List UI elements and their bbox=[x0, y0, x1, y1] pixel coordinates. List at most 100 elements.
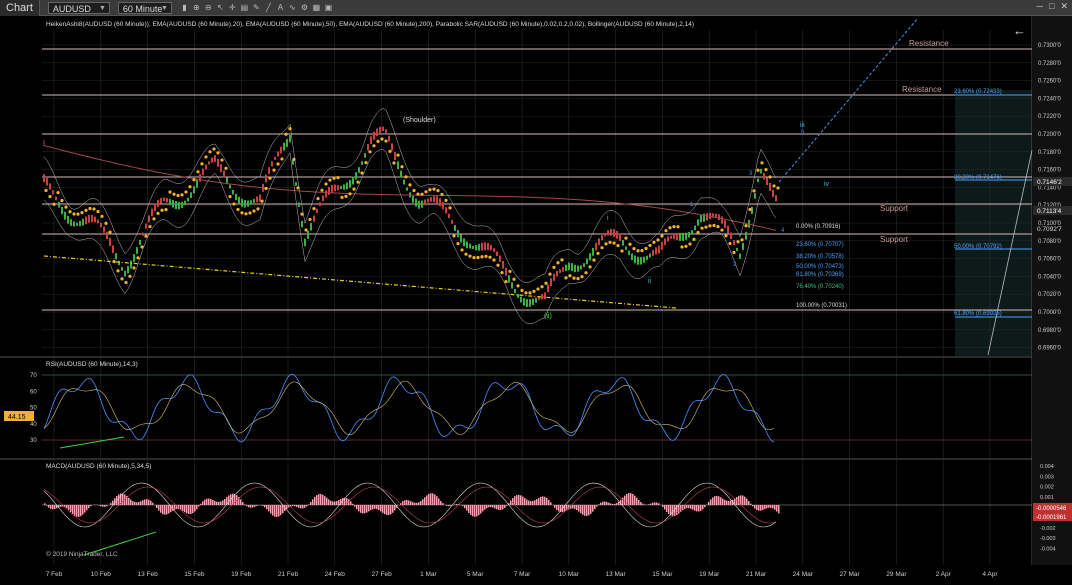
candle bbox=[466, 242, 468, 249]
zoom-out-icon[interactable]: ⊖ bbox=[204, 3, 213, 12]
zoom-in-icon[interactable]: ⊕ bbox=[192, 3, 201, 12]
rsi-tick: 40 bbox=[30, 422, 37, 428]
macd-bar bbox=[74, 505, 76, 516]
sar-dot bbox=[752, 189, 755, 192]
macd-bar bbox=[190, 505, 192, 514]
macd-bar bbox=[360, 505, 362, 513]
macd-bar bbox=[698, 505, 700, 511]
candle bbox=[772, 190, 774, 197]
candle bbox=[454, 225, 456, 231]
sar-dot bbox=[768, 175, 771, 178]
instrument-selector[interactable]: AUDUSD ▼ bbox=[48, 2, 110, 14]
indicators-icon[interactable]: ∿ bbox=[288, 3, 297, 12]
crosshair-icon[interactable]: ✛ bbox=[228, 3, 237, 12]
candle bbox=[364, 153, 366, 158]
macd-bar bbox=[422, 499, 424, 505]
candle bbox=[199, 174, 201, 182]
properties-icon[interactable]: ▤ bbox=[240, 3, 249, 12]
text-icon[interactable]: A bbox=[276, 3, 285, 12]
candle bbox=[589, 253, 591, 260]
candle bbox=[412, 196, 414, 203]
line-icon[interactable]: ╱ bbox=[264, 3, 273, 12]
candle bbox=[109, 238, 111, 246]
candle bbox=[91, 215, 93, 222]
candle bbox=[142, 233, 144, 236]
sar-dot bbox=[456, 242, 459, 245]
candle bbox=[721, 216, 723, 223]
fib-extension-label: 23.60% (0.72433) bbox=[954, 89, 1002, 95]
candle bbox=[277, 151, 279, 156]
minimize-icon[interactable]: ─ bbox=[1037, 1, 1043, 12]
candle bbox=[673, 234, 675, 239]
macd-bar bbox=[504, 505, 506, 508]
sar-dot bbox=[392, 161, 395, 164]
support-label: Support bbox=[880, 204, 909, 213]
candle bbox=[223, 171, 225, 178]
macd-bar bbox=[254, 505, 256, 507]
macd-bar bbox=[632, 494, 634, 505]
macd-bar bbox=[536, 499, 538, 505]
chart-canvas[interactable]: 7 Feb10 Feb13 Feb15 Feb19 Feb21 Feb24 Fe… bbox=[0, 16, 1072, 580]
bar-chart-icon[interactable]: ▮ bbox=[180, 3, 189, 12]
support-label: Support bbox=[880, 235, 909, 244]
sar-dot bbox=[660, 234, 663, 237]
candle bbox=[586, 258, 588, 264]
cursor-icon[interactable]: ↖ bbox=[216, 3, 225, 12]
macd-bar bbox=[726, 501, 728, 505]
macd-bar bbox=[624, 496, 626, 505]
macd-bar bbox=[272, 505, 274, 515]
candle bbox=[70, 219, 72, 226]
draw-tools-icon[interactable]: ✎ bbox=[252, 3, 261, 12]
macd-bar bbox=[46, 505, 48, 506]
interval-value: 60 Minute bbox=[123, 4, 163, 14]
candle bbox=[637, 257, 639, 265]
macd-bar bbox=[724, 500, 726, 505]
sar-dot bbox=[172, 193, 175, 196]
macd-bar bbox=[132, 501, 134, 505]
candle bbox=[535, 298, 537, 303]
interval-selector[interactable]: 60 Minute ▼ bbox=[118, 2, 172, 14]
sar-dot bbox=[320, 189, 323, 192]
sar-dot bbox=[264, 187, 267, 190]
macd-bar bbox=[690, 505, 692, 509]
sar-dot bbox=[448, 206, 451, 209]
macd-bar bbox=[622, 498, 624, 505]
sar-dot bbox=[348, 192, 351, 195]
template-icon[interactable]: ▦ bbox=[312, 3, 321, 12]
candle bbox=[634, 256, 636, 264]
rsi-panel[interactable] bbox=[42, 358, 1032, 458]
candle bbox=[331, 185, 333, 193]
strategy-icon[interactable]: ⚙ bbox=[300, 3, 309, 12]
candle bbox=[382, 127, 384, 131]
macd-bar bbox=[488, 505, 490, 507]
date-tick: 19 Feb bbox=[231, 571, 252, 578]
sar-dot bbox=[640, 249, 643, 252]
candle bbox=[175, 201, 177, 209]
macd-bar bbox=[418, 502, 420, 505]
macd-bar bbox=[512, 498, 514, 505]
candle bbox=[208, 161, 210, 164]
close-icon[interactable]: ✕ bbox=[1060, 1, 1068, 12]
macd-bar bbox=[618, 502, 620, 505]
candle bbox=[613, 229, 615, 237]
candle bbox=[448, 214, 450, 218]
chart-area[interactable]: 7 Feb10 Feb13 Feb15 Feb19 Feb21 Feb24 Fe… bbox=[0, 16, 1072, 580]
macd-bar bbox=[738, 496, 740, 505]
macd-bar bbox=[432, 493, 434, 505]
candle bbox=[547, 285, 549, 293]
sar-dot bbox=[720, 228, 723, 231]
sar-dot bbox=[436, 189, 439, 192]
sar-dot bbox=[116, 269, 119, 272]
macd-bar bbox=[402, 501, 404, 505]
sar-dot bbox=[700, 227, 703, 230]
macd-bar bbox=[608, 503, 610, 505]
back-arrow-icon[interactable]: ← bbox=[1013, 23, 1026, 38]
sar-dot bbox=[128, 275, 131, 278]
sar-dot bbox=[344, 195, 347, 198]
macd-bar bbox=[554, 505, 556, 508]
macd-bar bbox=[310, 502, 312, 505]
maximize-icon[interactable]: □ bbox=[1049, 1, 1054, 12]
sar-dot bbox=[68, 210, 71, 213]
macd-bar bbox=[668, 505, 670, 514]
lock-icon[interactable]: ▣ bbox=[324, 3, 333, 12]
